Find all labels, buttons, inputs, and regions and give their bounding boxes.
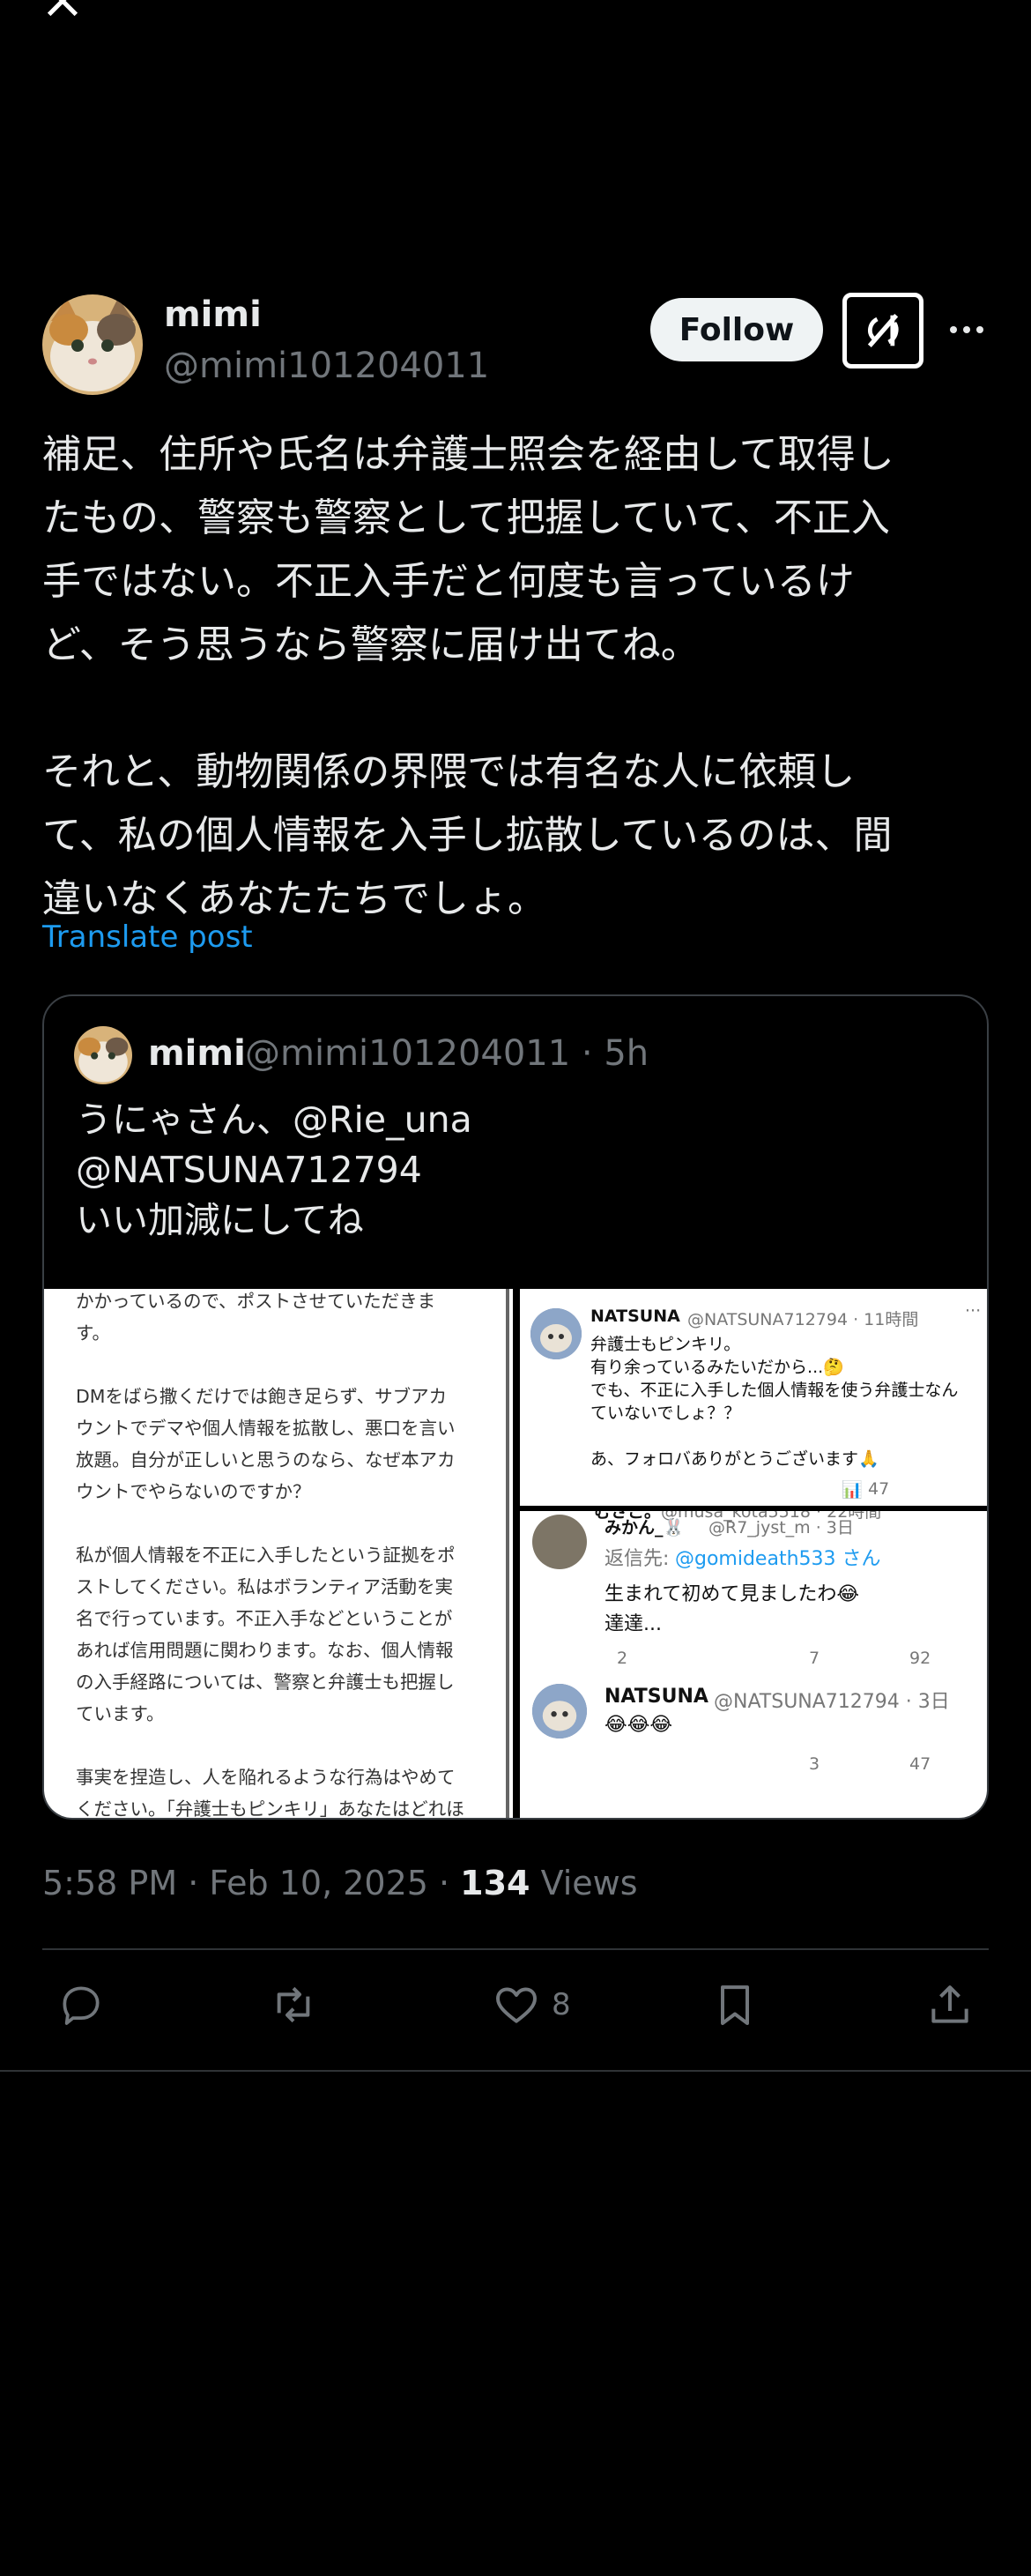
natsuna-line5: あ、フォロバありがとうございます🙏 [590, 1449, 879, 1469]
natsuna-avatar-2 [532, 1684, 587, 1738]
quote-author-name: mimi [148, 1033, 246, 1074]
natsuna-line2: 有り余っているみたいだから...🤔 [590, 1358, 844, 1377]
avatar[interactable] [42, 294, 143, 395]
post-timestamp: 5:58 PM · Feb 10, 2025 · 134 Views [42, 1864, 638, 1902]
author-handle[interactable]: @mimi101204011 [164, 346, 489, 386]
natsuna2-text: 😂😂😂 [605, 1714, 673, 1736]
quote-image-right-bottom[interactable]: むさこ。 @musa_kota5518 · 22時間 みかん_🐰 @R7_jys… [520, 1511, 987, 1818]
mikan-replies: 2 [617, 1649, 628, 1668]
post-text: 補足、住所や氏名は弁護士照会を経由して取得し たもの、警察も警察として把握してい… [42, 432, 894, 921]
views-label: Views [530, 1864, 638, 1902]
mikan-line2: 達達... [605, 1613, 662, 1635]
views-count: 134 [460, 1864, 530, 1902]
image-left-text: かかっているので、ポストさせていただきま す。 DMをばら撒くだけでは飽き足らず… [76, 1291, 464, 1820]
mikan-likes: 7 [809, 1649, 820, 1668]
repost-button[interactable] [268, 1980, 319, 2029]
image-divider [513, 1289, 520, 1818]
mikan-line1: 生まれて初めて見ましたわ😂 [605, 1583, 860, 1605]
natsuna-line4: ていないでしょ？？ [590, 1403, 741, 1423]
share-icon [931, 1985, 968, 2023]
like-count: 8 [552, 1987, 571, 2022]
quote-avatar [74, 1026, 132, 1084]
reply-icon [63, 1986, 100, 2025]
natsuna2-name: NATSUNA [605, 1686, 708, 1708]
quoted-post[interactable]: mimi @mimi101204011 · 5h うにゃさん、@Rie_una … [42, 994, 989, 1820]
bookmark-icon [721, 1985, 749, 2025]
natsuna2-views: 47 [909, 1754, 931, 1774]
translate-post-link[interactable]: Translate post [42, 919, 253, 955]
natsuna2-meta: @NATSUNA712794 · 3日 [714, 1691, 950, 1713]
mini-more-icon: ··· [965, 1301, 982, 1321]
natsuna-views: 47 [868, 1479, 890, 1499]
natsuna-line3: でも、不正に入手した個人情報を使う弁護士なん [590, 1381, 959, 1400]
grok-icon[interactable] [842, 293, 923, 369]
divider-bottom [0, 2070, 1031, 2072]
post-time: 5:58 PM · Feb 10, 2025 · [42, 1864, 461, 1902]
natsuna-avatar [530, 1308, 582, 1359]
mikan-views: 92 [909, 1649, 931, 1668]
share-button[interactable] [925, 1980, 975, 2029]
close-icon[interactable] [42, 0, 83, 21]
mikan-meta: @R7_jyst_m · 3日 [708, 1518, 854, 1537]
natsuna-views-icon: 📊 [842, 1480, 863, 1500]
bookmark-button[interactable] [710, 1980, 760, 2029]
mikan-avatar [532, 1515, 587, 1569]
quote-author-meta: @mimi101204011 · 5h [245, 1033, 649, 1074]
divider [42, 1948, 989, 1950]
mikan-name: みかん_🐰 [605, 1518, 685, 1537]
follow-button[interactable]: Follow [650, 298, 823, 361]
like-button[interactable]: 8 [492, 1980, 571, 2029]
like-icon [496, 1987, 537, 2023]
natsuna2-likes: 3 [809, 1754, 820, 1774]
reply-to-label: 返信先: [605, 1548, 670, 1570]
quote-image-left[interactable]: かかっているので、ポストさせていただきま す。 DMをばら撒くだけでは飽き足らず… [44, 1289, 513, 1820]
reply-to-handle: @gomideath533 さん [675, 1548, 881, 1570]
reply-button[interactable] [56, 1980, 106, 2029]
image-scrollbar [506, 1289, 509, 1818]
quote-image-right-top[interactable]: NATSUNA @NATSUNA712794 · 11時間 ··· 弁護士もピン… [520, 1289, 987, 1506]
repost-icon [277, 1986, 310, 2023]
quote-text: うにゃさん、@Rie_una @NATSUNA712794 いい加減にしてね [76, 1098, 472, 1241]
natsuna-line1: 弁護士もピンキリ。 [590, 1335, 741, 1354]
author-name[interactable]: mimi [164, 294, 262, 335]
more-icon[interactable] [946, 319, 987, 340]
natsuna-name: NATSUNA [590, 1307, 680, 1326]
natsuna-meta: @NATSUNA712794 · 11時間 [687, 1310, 919, 1329]
